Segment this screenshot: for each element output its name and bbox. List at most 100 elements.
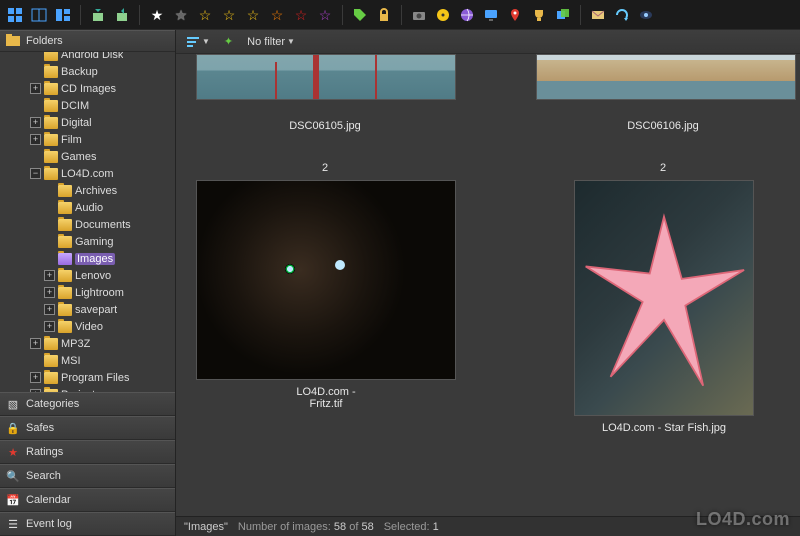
- folder-icon: [58, 321, 72, 333]
- tree-node[interactable]: + MP3Z: [2, 335, 175, 352]
- tree-node[interactable]: +Video: [2, 318, 175, 335]
- lock-icon[interactable]: [373, 4, 395, 26]
- tree-node[interactable]: Audio: [2, 199, 175, 216]
- batch-icon[interactable]: [552, 4, 574, 26]
- tree-node-label: Film: [61, 134, 82, 146]
- tree-node[interactable]: Images: [2, 250, 175, 267]
- collapse-icon[interactable]: −: [30, 168, 41, 179]
- tree-node[interactable]: +CD Images: [2, 80, 175, 97]
- main-area: ▼ ✦ No filter ▼: [176, 30, 800, 536]
- expand-icon[interactable]: +: [44, 287, 55, 298]
- thumbnail-image[interactable]: [196, 180, 456, 380]
- expand-icon[interactable]: +: [44, 321, 55, 332]
- thumbnail-cell[interactable]: LO4D.com - Fritz.tif: [196, 180, 456, 448]
- panel-safes[interactable]: 🔒 Safes: [0, 416, 175, 440]
- folder-icon: [58, 202, 72, 214]
- status-count-label: Number of images:: [238, 521, 331, 533]
- thumbnail-grid[interactable]: DSC06105.jpg 2 DSC06106.jpg 2 LO4D.com -…: [176, 54, 800, 516]
- tree-node[interactable]: +Lenovo: [2, 267, 175, 284]
- view-thumbnails-icon[interactable]: [4, 4, 26, 26]
- star-rating-1[interactable]: ★: [170, 4, 192, 26]
- panel-label: Folders: [26, 35, 63, 47]
- view-compare-icon[interactable]: [28, 4, 50, 26]
- panel-folders[interactable]: Folders: [0, 30, 175, 52]
- thumbnail-cell[interactable]: LO4D.com - Star Fish.jpg: [536, 180, 792, 448]
- disc-icon[interactable]: [432, 4, 454, 26]
- tree-node[interactable]: DCIM: [2, 97, 175, 114]
- refresh-icon[interactable]: [611, 4, 633, 26]
- star-rating-3[interactable]: ☆: [218, 4, 240, 26]
- globe-icon[interactable]: [456, 4, 478, 26]
- panel-ratings[interactable]: ★ Ratings: [0, 440, 175, 464]
- tree-node[interactable]: Games: [2, 148, 175, 165]
- folder-icon: [44, 134, 58, 146]
- sort-menu-button[interactable]: ▼: [182, 33, 214, 51]
- thumbnail-image[interactable]: [196, 54, 456, 100]
- star-rating-4[interactable]: ☆: [242, 4, 264, 26]
- pin-icon[interactable]: [504, 4, 526, 26]
- expand-icon[interactable]: +: [44, 304, 55, 315]
- star-rating-5[interactable]: ☆: [266, 4, 288, 26]
- folder-icon: [44, 338, 58, 350]
- thumbnail-caption: DSC06105.jpg: [289, 120, 361, 146]
- trophy-icon[interactable]: [528, 4, 550, 26]
- star-rating-7[interactable]: ☆: [314, 4, 336, 26]
- tree-node-label: Games: [61, 151, 96, 163]
- thumbnail-caption: DSC06106.jpg: [627, 120, 699, 146]
- tree-node-label: savepart: [75, 304, 117, 316]
- tree-node[interactable]: Archives: [2, 182, 175, 199]
- panel-eventlog[interactable]: ☰ Event log: [0, 512, 175, 536]
- tree-node[interactable]: MSI: [2, 352, 175, 369]
- ratings-icon: ★: [6, 446, 20, 459]
- tree-node[interactable]: Gaming: [2, 233, 175, 250]
- star-rating-6[interactable]: ☆: [290, 4, 312, 26]
- star-rating-0[interactable]: ★: [146, 4, 168, 26]
- panel-calendar[interactable]: 📅 Calendar: [0, 488, 175, 512]
- tree-spacer: [30, 66, 41, 77]
- thumbnail-image[interactable]: [536, 54, 796, 100]
- tree-node[interactable]: + Film: [2, 131, 175, 148]
- main-toolbar: ▼ ✦ No filter ▼: [176, 30, 800, 54]
- expand-icon[interactable]: +: [30, 117, 41, 128]
- folder-tree[interactable]: Android DiskBackup+CD ImagesDCIM+Digital…: [0, 52, 175, 392]
- tree-node[interactable]: +Lightroom: [2, 284, 175, 301]
- expand-icon[interactable]: +: [30, 338, 41, 349]
- thumbnail-cell[interactable]: [536, 54, 796, 100]
- tree-node-label: MSI: [61, 355, 81, 367]
- folder-icon: [44, 355, 58, 367]
- display-icon[interactable]: [480, 4, 502, 26]
- expand-icon[interactable]: +: [44, 270, 55, 281]
- rotate-right-icon[interactable]: [111, 4, 133, 26]
- expand-icon[interactable]: +: [30, 83, 41, 94]
- separator: [342, 5, 343, 25]
- thumbnail-cell[interactable]: [196, 54, 456, 100]
- panel-search[interactable]: 🔍 Search: [0, 464, 175, 488]
- separator: [401, 5, 402, 25]
- expand-icon[interactable]: +: [30, 134, 41, 145]
- view-split-icon[interactable]: [52, 4, 74, 26]
- camera-icon[interactable]: [408, 4, 430, 26]
- tree-node[interactable]: +Program Files: [2, 369, 175, 386]
- chevron-down-icon: ▼: [202, 37, 210, 46]
- tree-node[interactable]: Documents: [2, 216, 175, 233]
- star-rating-2[interactable]: ☆: [194, 4, 216, 26]
- tree-node[interactable]: Backup: [2, 63, 175, 80]
- tree-spacer: [30, 100, 41, 111]
- tag-icon[interactable]: [349, 4, 371, 26]
- tree-node-label: MP3Z: [61, 338, 90, 350]
- refresh-button[interactable]: ✦: [220, 33, 237, 50]
- tree-node[interactable]: + savepart: [2, 301, 175, 318]
- tree-node-label: Images: [75, 253, 115, 265]
- tree-node[interactable]: −LO4D.com: [2, 165, 175, 182]
- tree-node[interactable]: Android Disk: [2, 52, 175, 63]
- panel-categories[interactable]: ▧ Categories: [0, 392, 175, 416]
- folder-icon: [44, 117, 58, 129]
- expand-icon[interactable]: +: [30, 372, 41, 383]
- mail-icon[interactable]: [587, 4, 609, 26]
- filter-menu-button[interactable]: No filter ▼: [243, 34, 299, 50]
- tree-node[interactable]: +Digital: [2, 114, 175, 131]
- thumbnail-image[interactable]: [574, 180, 754, 416]
- tree-node-label: Gaming: [75, 236, 114, 248]
- eye-icon[interactable]: [635, 4, 657, 26]
- rotate-left-icon[interactable]: [87, 4, 109, 26]
